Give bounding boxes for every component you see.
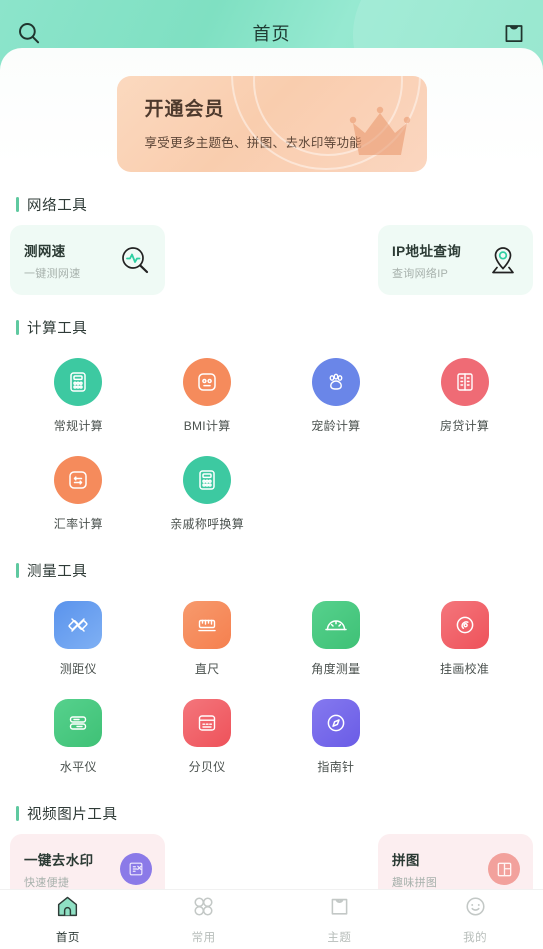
tab-home[interactable]: 首页 [0,890,136,949]
tool-label: 分贝仪 [188,760,226,774]
card-title: 测网速 [24,243,66,259]
content-sheet: 开通会员 享受更多主题色、拼图、去水印等功能 网络工具 测网速 一键测网速 IP… [0,48,543,900]
speedtest-search-icon [118,243,152,277]
tab-mine[interactable]: 我的 [407,890,543,949]
tool-label: 挂画校准 [440,662,490,676]
tool-pet-age-calculator[interactable]: 宠龄计算 [272,352,401,440]
card-ip-lookup[interactable]: IP地址查询 查询网络IP [378,225,533,295]
home-icon [55,894,80,924]
compass-icon [311,699,360,747]
smiley-face-icon [463,894,488,924]
tool-label: 常规计算 [53,419,103,433]
section-accent-bar [16,806,19,821]
tool-label: 宠龄计算 [311,419,361,433]
picture-level-icon [440,601,489,649]
section-header-network: 网络工具 [16,194,535,215]
card-title: IP地址查询 [392,243,462,259]
tool-label: 角度测量 [311,662,361,676]
page-title: 首页 [252,24,291,44]
bottom-tabbar: 首页 常用 主题 我的 [0,889,543,949]
section-accent-bar [16,563,19,578]
measure-tools-grid: 测距仪 直尺 角度测量 挂画校准 水平仪 分贝仪 指南针 [8,591,535,781]
card-subtitle: 趣味拼图 [392,876,438,889]
search-icon[interactable] [16,20,42,46]
card-title: 一键去水印 [24,852,94,868]
card-title: 拼图 [392,852,420,868]
section-title-calc: 计算工具 [27,321,88,337]
bmi-scale-icon [183,358,232,406]
tool-bmi-calculator[interactable]: BMI计算 [143,352,272,440]
tool-rangefinder[interactable]: 测距仪 [14,595,143,683]
straight-ruler-icon [183,601,232,649]
paw-icon [311,358,360,406]
tool-exchange-rate-calculator[interactable]: 汇率计算 [14,450,143,538]
tool-label: 水平仪 [59,760,97,774]
vip-banner[interactable]: 开通会员 享受更多主题色、拼图、去水印等功能 [116,76,427,172]
bubble-level-icon [54,699,103,747]
exchange-icon [54,456,103,504]
tab-label: 主题 [327,932,352,944]
tool-label: 亲戚称呼换算 [170,517,245,531]
tab-frequent[interactable]: 常用 [136,890,272,949]
tool-label: 汇率计算 [53,517,103,531]
tool-decibel-meter[interactable]: 分贝仪 [143,693,272,781]
app-root: 首页 开通会员 享受更多主题色、拼图、去水印等功能 网络工具 测网速 一键测网速… [0,0,543,949]
section-title-network: 网络工具 [27,198,88,214]
crown-icon [349,105,411,166]
watermark-remove-icon [120,853,152,885]
calc-tools-grid: 常规计算 BMI计算 宠龄计算 房贷计算 汇率计算 亲戚称呼换算 [8,348,535,538]
tab-label: 常用 [191,932,216,944]
tool-regular-calculator[interactable]: 常规计算 [14,352,143,440]
tshirt-icon[interactable] [501,20,527,46]
decibel-meter-icon [183,699,232,747]
location-pin-icon [486,243,520,277]
ruler-distance-icon [54,601,103,649]
calculator-icon [54,358,103,406]
tool-label: BMI计算 [183,419,231,433]
tool-angle-measure[interactable]: 角度测量 [272,595,401,683]
tab-label: 我的 [463,932,488,944]
grid-spacer [400,693,529,781]
tool-bubble-level[interactable]: 水平仪 [14,693,143,781]
protractor-icon [311,601,360,649]
tab-label: 首页 [55,932,80,944]
tool-label: 指南针 [317,760,355,774]
tool-label: 测距仪 [59,662,97,676]
section-accent-bar [16,320,19,335]
relative-calc-icon [183,456,232,504]
tool-straight-ruler[interactable]: 直尺 [143,595,272,683]
card-speed-test[interactable]: 测网速 一键测网速 [10,225,165,295]
card-subtitle: 一键测网速 [24,267,81,280]
section-header-measure: 测量工具 [16,560,535,581]
tab-theme[interactable]: 主题 [272,890,408,949]
network-card-row: 测网速 一键测网速 IP地址查询 查询网络IP [8,225,535,295]
section-header-calc: 计算工具 [16,317,535,338]
tool-label: 房贷计算 [440,419,490,433]
tool-picture-calibration[interactable]: 挂画校准 [400,595,529,683]
section-title-measure: 测量工具 [27,564,88,580]
section-title-media: 视频图片工具 [27,807,118,823]
tool-label: 直尺 [194,662,220,676]
tool-compass[interactable]: 指南针 [272,693,401,781]
section-header-media: 视频图片工具 [16,803,535,824]
building-icon [440,358,489,406]
card-subtitle: 查询网络IP [392,267,449,280]
tool-relative-title-calculator[interactable]: 亲戚称呼换算 [143,450,272,538]
tshirt-icon [327,894,352,924]
tool-mortgage-calculator[interactable]: 房贷计算 [400,352,529,440]
grid-icon [191,894,216,924]
collage-icon [488,853,520,885]
card-subtitle: 快速便捷 [24,876,70,889]
section-accent-bar [16,197,19,212]
